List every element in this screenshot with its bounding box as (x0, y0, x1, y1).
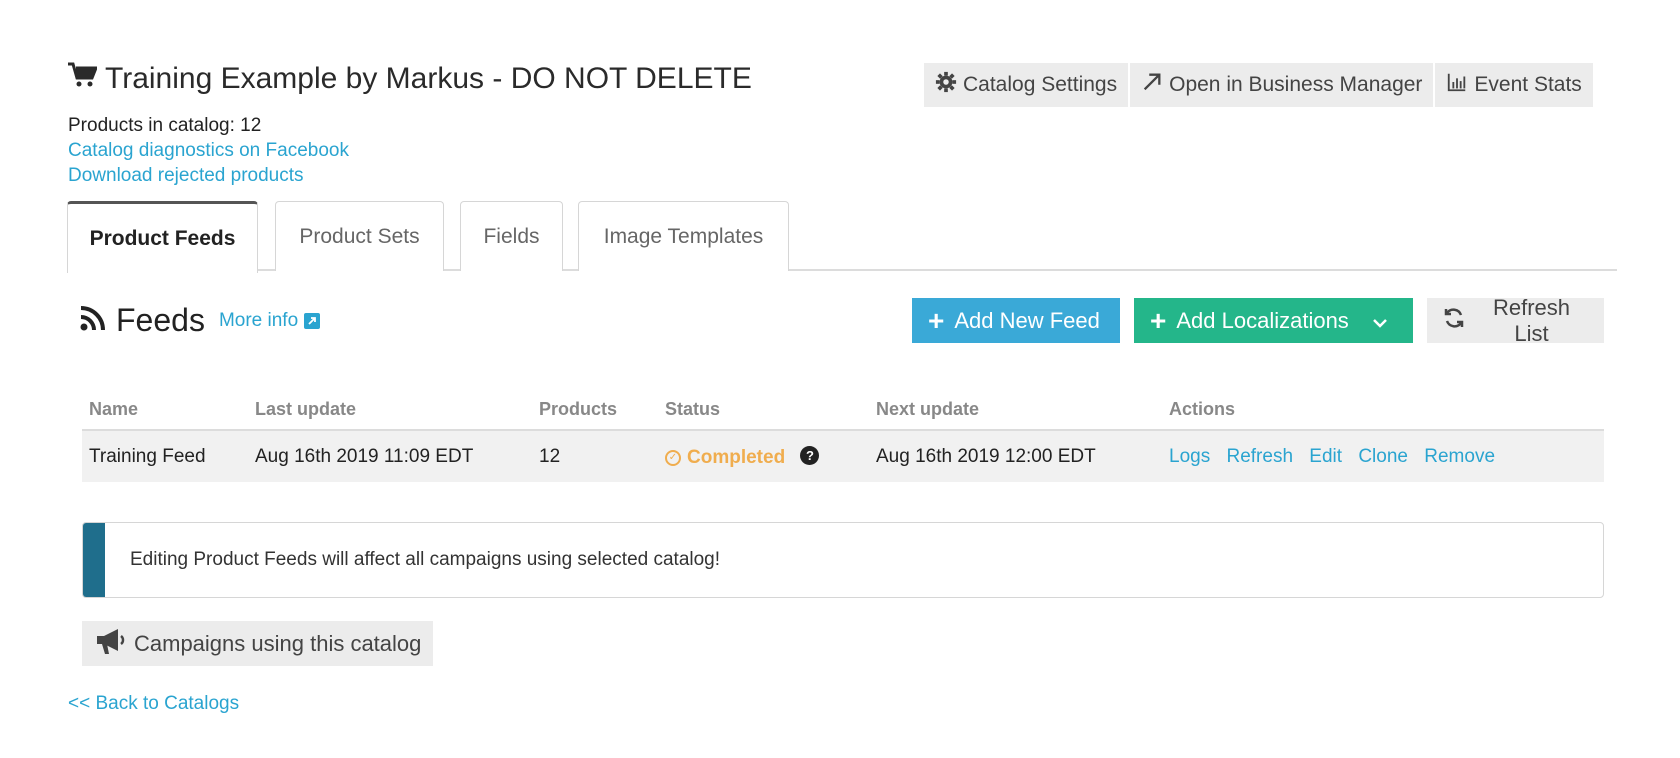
col-products: Products (532, 390, 658, 431)
header-buttons: Catalog Settings Open in Business Manage… (924, 63, 1593, 107)
cart-icon (67, 62, 99, 96)
notice-text: Editing Product Feeds will affect all ca… (130, 549, 721, 570)
feeds-title: Feeds (116, 302, 205, 338)
catalog-settings-button[interactable]: Catalog Settings (924, 63, 1129, 107)
editing-notice: Editing Product Feeds will affect all ca… (82, 522, 1604, 598)
feed-actions: Logs Refresh Edit Clone Remove (1162, 430, 1604, 482)
more-info-label: More info (218, 309, 299, 331)
table-header-row: Name Last update Products Status Next up… (82, 390, 1604, 431)
feed-status-cell: ✓ Completed ? (658, 430, 869, 482)
catalog-settings-label: Catalog Settings (963, 73, 1118, 96)
chevron-down-icon (1372, 308, 1387, 334)
clone-link[interactable]: Clone (1358, 446, 1408, 467)
campaigns-label: Campaigns using this catalog (134, 630, 422, 656)
table-row: Training Feed Aug 16th 2019 11:09 EDT 12… (82, 430, 1604, 482)
open-business-manager-label: Open in Business Manager (1169, 73, 1423, 96)
edit-link[interactable]: Edit (1309, 446, 1342, 467)
external-link-icon (304, 312, 321, 329)
catalog-tabs: Product Feeds Product Sets Fields Image … (67, 201, 1617, 273)
col-status: Status (658, 390, 869, 431)
campaigns-using-catalog-button[interactable]: Campaigns using this catalog (82, 621, 434, 666)
feeds-header: Feeds More info (80, 302, 321, 339)
add-localizations-button[interactable]: + Add Localizations (1134, 298, 1413, 343)
download-rejected-link[interactable]: Download rejected products (68, 163, 349, 188)
refresh-list-button[interactable]: Refresh List (1427, 295, 1604, 346)
page: Training Example by Markus - DO NOT DELE… (0, 0, 1680, 758)
megaphone-icon (94, 626, 128, 662)
event-stats-button[interactable]: Event Stats (1435, 63, 1593, 107)
col-actions: Actions (1162, 390, 1604, 431)
catalog-diagnostics-link[interactable]: Catalog diagnostics on Facebook (68, 138, 349, 163)
logs-link[interactable]: Logs (1169, 446, 1210, 467)
refresh-link[interactable]: Refresh (1226, 446, 1293, 467)
remove-link[interactable]: Remove (1424, 446, 1495, 467)
status-badge: ✓ Completed (665, 447, 785, 469)
more-info-link[interactable]: More info (218, 309, 321, 332)
feed-products: 12 (532, 430, 658, 482)
gear-icon (935, 71, 957, 99)
plus-icon: + (928, 304, 945, 336)
feed-next-update: Aug 16th 2019 12:00 EDT (869, 430, 1162, 482)
catalog-meta: Products in catalog: 12 Catalog diagnost… (68, 113, 349, 188)
add-localizations-label: Add Localizations (1176, 307, 1349, 333)
refresh-icon (1443, 307, 1465, 335)
rss-icon (80, 305, 106, 336)
back-to-catalogs-link[interactable]: << Back to Catalogs (68, 693, 239, 715)
col-next-update: Next update (869, 390, 1162, 431)
notice-accent-bar (83, 523, 105, 597)
add-new-feed-label: Add New Feed (954, 307, 1100, 333)
catalog-title: Training Example by Markus - DO NOT DELE… (67, 62, 752, 96)
products-count: Products in catalog: 12 (68, 115, 262, 136)
feed-last-update: Aug 16th 2019 11:09 EDT (248, 430, 532, 482)
arrow-up-right-icon (1141, 71, 1163, 99)
event-stats-label: Event Stats (1474, 73, 1582, 96)
bar-chart-icon (1446, 71, 1468, 99)
col-name: Name (82, 390, 248, 431)
col-last-update: Last update (248, 390, 532, 431)
catalog-title-text: Training Example by Markus - DO NOT DELE… (105, 62, 752, 95)
help-icon[interactable]: ? (800, 446, 820, 466)
tab-fields[interactable]: Fields (460, 201, 563, 271)
status-label: Completed (687, 446, 786, 468)
tab-product-feeds[interactable]: Product Feeds (67, 201, 258, 273)
feed-name: Training Feed (82, 430, 248, 482)
refresh-list-label: Refresh List (1492, 294, 1571, 346)
tab-image-templates[interactable]: Image Templates (578, 201, 789, 271)
check-circle-icon: ✓ (665, 449, 681, 466)
plus-icon: + (1150, 304, 1167, 336)
feeds-table: Name Last update Products Status Next up… (82, 390, 1604, 482)
open-business-manager-button[interactable]: Open in Business Manager (1130, 63, 1434, 107)
add-new-feed-button[interactable]: + Add New Feed (912, 298, 1120, 343)
tab-product-sets[interactable]: Product Sets (275, 201, 444, 271)
